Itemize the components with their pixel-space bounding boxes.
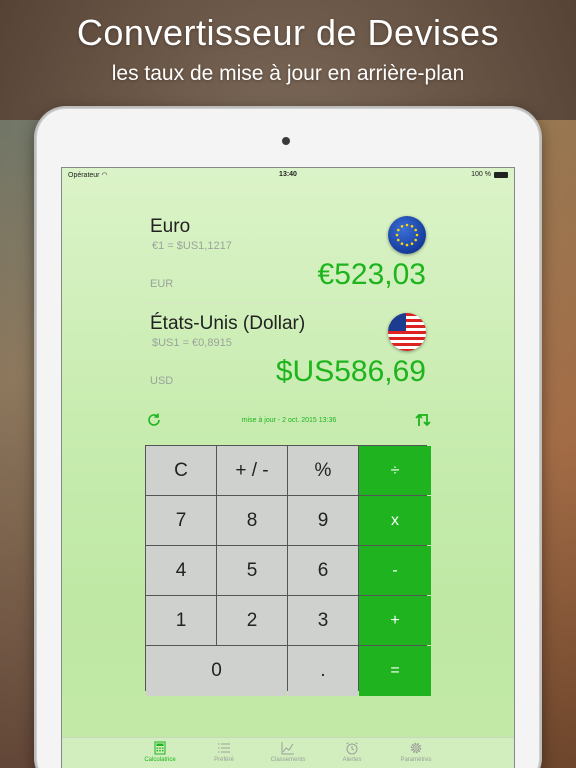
tab-label: Classements bbox=[270, 757, 306, 763]
list-icon bbox=[218, 743, 230, 753]
key-subtract[interactable]: - bbox=[359, 546, 431, 595]
tab-rankings[interactable]: Classements bbox=[256, 738, 320, 768]
status-time: 13:40 bbox=[279, 171, 297, 178]
tab-label: Préféré bbox=[214, 757, 234, 763]
update-toolbar: mise à jour - 2 oct. 2015 13:36 bbox=[142, 408, 436, 434]
tab-label: Alertes bbox=[342, 757, 362, 763]
camera-dot bbox=[282, 137, 290, 145]
key-percent[interactable]: % bbox=[288, 446, 358, 495]
currency-rate: $US1 = €0,8915 bbox=[152, 337, 232, 349]
tablet-frame: Opérateur ◠ 13:40 100 % Euro €1 = $US1,1… bbox=[36, 108, 540, 768]
key-6[interactable]: 6 bbox=[288, 546, 358, 595]
app-screen: Opérateur ◠ 13:40 100 % Euro €1 = $US1,1… bbox=[61, 167, 515, 768]
key-add[interactable]: + bbox=[359, 596, 431, 645]
currency-name: Euro bbox=[150, 216, 191, 237]
calculator-keypad: C + / - % ÷ 7 8 9 x 4 5 6 - 1 2 3 + 0 . … bbox=[145, 445, 431, 696]
key-clear[interactable]: C bbox=[146, 446, 216, 495]
tab-label: Paramètres bbox=[400, 757, 432, 763]
key-8[interactable]: 8 bbox=[217, 496, 287, 545]
currency-rate: €1 = $US1,1217 bbox=[152, 240, 232, 252]
battery-icon bbox=[494, 171, 508, 178]
currency-code: EUR bbox=[150, 278, 174, 290]
key-decimal[interactable]: . bbox=[288, 646, 358, 696]
key-2[interactable]: 2 bbox=[217, 596, 287, 645]
eu-flag-icon[interactable] bbox=[388, 216, 426, 254]
key-3[interactable]: 3 bbox=[288, 596, 358, 645]
currency-code: USD bbox=[150, 375, 174, 387]
key-9[interactable]: 9 bbox=[288, 496, 358, 545]
status-battery: 100 % bbox=[471, 171, 508, 178]
key-5[interactable]: 5 bbox=[217, 546, 287, 595]
promo-subline: les taux de mise à jour en arrière-plan bbox=[111, 62, 465, 85]
key-4[interactable]: 4 bbox=[146, 546, 216, 595]
key-multiply[interactable]: x bbox=[359, 496, 431, 545]
tab-settings[interactable]: Paramètres bbox=[384, 738, 448, 768]
update-timestamp: mise à jour - 2 oct. 2015 13:36 bbox=[241, 417, 337, 424]
calculator-icon bbox=[154, 741, 166, 755]
currency-amount[interactable]: €523,03 bbox=[318, 258, 426, 292]
currency-row-usd[interactable]: États-Unis (Dollar) $US1 = €0,8915 USD $… bbox=[142, 305, 436, 401]
currency-name: États-Unis (Dollar) bbox=[150, 313, 306, 334]
tab-bar: Calculatrice Préféré Classements Alertes… bbox=[62, 737, 514, 768]
promo-headline: Convertisseur de Devises bbox=[76, 12, 500, 53]
us-flag-icon[interactable] bbox=[388, 313, 426, 351]
swap-icon[interactable] bbox=[414, 411, 432, 429]
tab-calculator[interactable]: Calculatrice bbox=[128, 738, 192, 768]
tab-alerts[interactable]: Alertes bbox=[320, 738, 384, 768]
key-7[interactable]: 7 bbox=[146, 496, 216, 545]
key-plus-minus[interactable]: + / - bbox=[217, 446, 287, 495]
key-divide[interactable]: ÷ bbox=[359, 446, 431, 495]
key-1[interactable]: 1 bbox=[146, 596, 216, 645]
us-flag-canton bbox=[388, 313, 406, 331]
currency-amount[interactable]: $US586,69 bbox=[276, 355, 426, 389]
status-bar: Opérateur ◠ 13:40 100 % bbox=[62, 168, 514, 182]
currency-row-eur[interactable]: Euro €1 = $US1,1217 EUR €523,03 bbox=[142, 208, 436, 304]
alarm-clock-icon bbox=[346, 742, 358, 755]
chart-icon bbox=[281, 742, 294, 755]
gear-icon bbox=[410, 742, 422, 754]
tab-label: Calculatrice bbox=[144, 757, 176, 763]
key-0[interactable]: 0 bbox=[146, 646, 287, 696]
tab-favorites[interactable]: Préféré bbox=[192, 738, 256, 768]
key-equals[interactable]: = bbox=[359, 646, 431, 696]
